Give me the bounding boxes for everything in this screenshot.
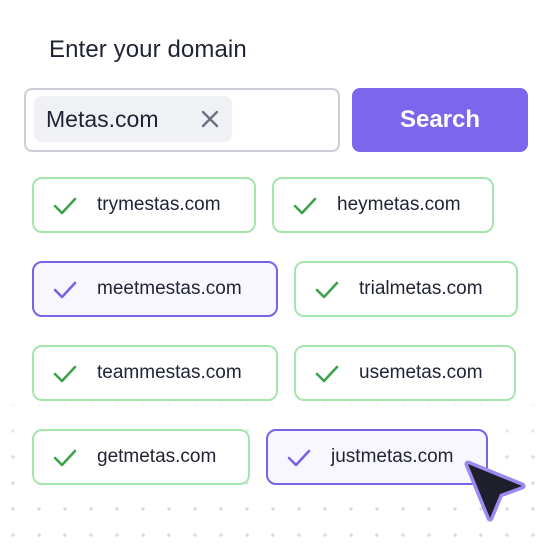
domain-suggestion-label: trymestas.com	[97, 194, 221, 215]
domain-chip-label: Metas.com	[46, 105, 159, 132]
domain-suggestion-label: justmetas.com	[331, 446, 454, 467]
check-icon	[53, 365, 77, 383]
domain-suggestion-label: trialmetas.com	[359, 278, 483, 299]
check-icon	[293, 197, 317, 215]
domain-suggestion-meetmestas[interactable]: meetmestas.com	[32, 261, 278, 317]
check-icon	[315, 281, 339, 299]
domain-suggestion-getmetas[interactable]: getmetas.com	[32, 429, 250, 485]
domain-suggestion-label: heymetas.com	[337, 194, 461, 215]
check-icon	[53, 449, 77, 467]
domain-search-input[interactable]: Metas.com	[24, 88, 340, 152]
domain-suggestion-heymetas[interactable]: heymetas.com	[272, 177, 494, 233]
domain-suggestion-justmetas[interactable]: justmetas.com	[266, 429, 488, 485]
domain-suggestion-trialmetas[interactable]: trialmetas.com	[294, 261, 518, 317]
domain-suggestion-label: meetmestas.com	[97, 278, 242, 299]
domain-suggestion-teammestas[interactable]: teammestas.com	[32, 345, 278, 401]
domain-suggestion-label: getmetas.com	[97, 446, 217, 467]
domain-suggestion-usemetas[interactable]: usemetas.com	[294, 345, 516, 401]
domain-suggestion-label: teammestas.com	[97, 362, 242, 383]
domain-suggestion-label: usemetas.com	[359, 362, 483, 383]
search-button[interactable]: Search	[352, 88, 528, 152]
pointer-arrow-icon	[464, 460, 526, 522]
close-icon[interactable]	[200, 109, 220, 129]
check-icon	[53, 281, 77, 299]
domain-suggestion-trymestas[interactable]: trymestas.com	[32, 177, 256, 233]
domain-chip[interactable]: Metas.com	[34, 96, 232, 142]
check-icon	[53, 197, 77, 215]
domain-prompt-label: Enter your domain	[49, 36, 247, 63]
check-icon	[315, 365, 339, 383]
check-icon	[287, 449, 311, 467]
